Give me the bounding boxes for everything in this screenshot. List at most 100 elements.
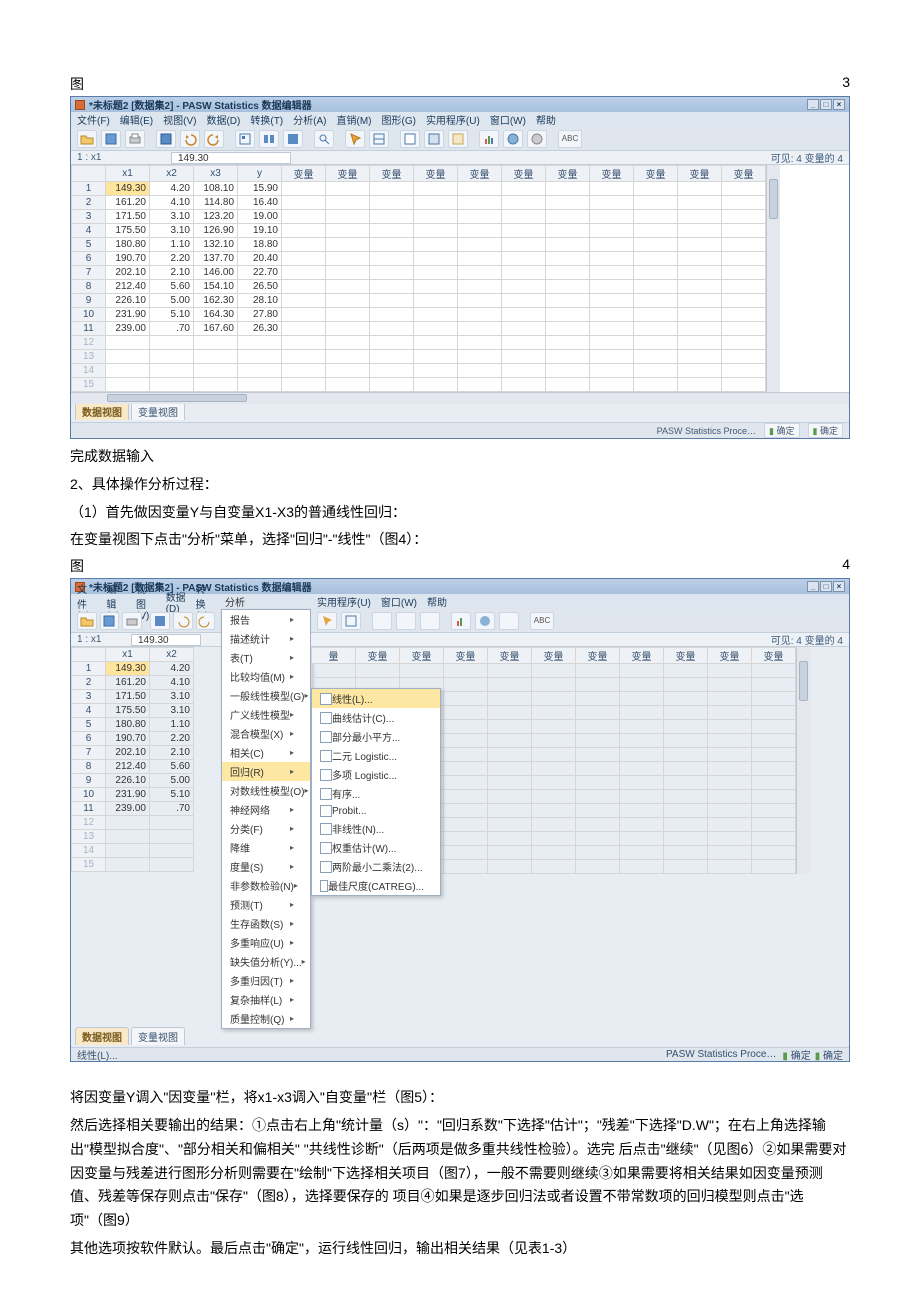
submenu-item-1[interactable]: 曲线估计(C)... [312,708,440,727]
menu-item-15[interactable]: 预测(T)▸ [222,895,310,914]
run-icon[interactable] [527,130,547,148]
run-icon[interactable] [499,612,519,630]
menu-item-11[interactable]: 分类(F)▸ [222,819,310,838]
grid-left[interactable]: x1x21149.304.202161.204.103171.503.10417… [71,647,194,872]
recall-icon[interactable] [150,612,170,630]
submenu-item-10[interactable]: 最佳尺度(CATREG)... [312,876,440,895]
menu-item[interactable]: 数据(D) [166,589,186,615]
globe-icon[interactable] [475,612,495,630]
menu-item[interactable]: 窗口(W) [381,594,417,609]
regression-submenu[interactable]: 线性(L)...曲线估计(C)...部分最小平方...二元 Logistic..… [311,688,441,896]
find-icon[interactable] [314,130,334,148]
chart-icon[interactable] [479,130,499,148]
submenu-item-0[interactable]: 线性(L)... [312,689,440,708]
close-button[interactable]: × [833,99,845,110]
menu-item-0[interactable]: 报告▸ [222,610,310,629]
save-icon[interactable] [101,130,121,148]
menu-item-18[interactable]: 缺失值分析(Y)...▸ [222,952,310,971]
select-icon[interactable] [317,612,337,630]
menu-item-10[interactable]: 神经网络▸ [222,800,310,819]
submenu-item-6[interactable]: Probit... [312,803,440,819]
menu-item-6[interactable]: 混合模型(X)▸ [222,724,310,743]
vscrollbar[interactable] [766,165,780,392]
menu-item-2[interactable]: 表(T)▸ [222,648,310,667]
menu-item[interactable]: 转换(T) [250,112,283,127]
minimize-button[interactable]: _ [807,99,819,110]
menu-item[interactable]: 帮助 [536,112,556,127]
tab-variable-view[interactable]: 变量视图 [131,1027,185,1045]
menu-item[interactable]: 文件(F) [77,112,110,127]
menu-item-17[interactable]: 多重响应(U)▸ [222,933,310,952]
print-icon[interactable] [122,612,142,630]
menu-item-1[interactable]: 描述统计▸ [222,629,310,648]
menu-item-4[interactable]: 一般线性模型(G)▸ [222,686,310,705]
data-grid[interactable]: x1x2x3y变量变量变量变量变量变量变量变量变量变量变量1149.304.20… [71,165,849,404]
redo-icon[interactable] [196,612,216,630]
menu-item[interactable]: 帮助 [427,594,447,609]
tab-data-view[interactable]: 数据视图 [75,402,129,420]
menu-item-5[interactable]: 广义线性模型▸ [222,705,310,724]
cell-value[interactable]: 149.30 [131,634,201,646]
menu-item-12[interactable]: 降维▸ [222,838,310,857]
maximize-button[interactable]: □ [820,581,832,592]
menu-item[interactable]: 实用程序(U) [426,112,480,127]
split-icon[interactable] [341,612,361,630]
menu-item[interactable]: 实用程序(U) [317,594,371,609]
menu-item-13[interactable]: 度量(S)▸ [222,857,310,876]
submenu-item-5[interactable]: 有序... [312,784,440,803]
menu-item-19[interactable]: 多重归因(T)▸ [222,971,310,990]
undo-icon[interactable] [180,130,200,148]
recall-icon[interactable] [156,130,176,148]
split-icon[interactable] [369,130,389,148]
insert-icon[interactable] [283,130,303,148]
tab-variable-view[interactable]: 变量视图 [131,402,185,420]
menu-item[interactable]: 视图(V) [163,112,196,127]
undo-icon[interactable] [173,612,193,630]
globe-icon[interactable] [503,130,523,148]
menu-item[interactable]: 编辑(E) [120,112,153,127]
usecase-icon[interactable] [448,130,468,148]
menu-item[interactable]: 窗口(W) [490,112,526,127]
tab-data-view[interactable]: 数据视图 [75,1027,129,1045]
submenu-item-2[interactable]: 部分最小平方... [312,727,440,746]
menu-item-9[interactable]: 对数线性模型(O)▸ [222,781,310,800]
menu-item[interactable]: 分析(A) [293,112,326,127]
goto-icon[interactable] [235,130,255,148]
print-icon[interactable] [125,130,145,148]
close-button[interactable]: × [833,581,845,592]
analysis-dropdown[interactable]: 报告▸描述统计▸表(T)▸比较均值(M)▸一般线性模型(G)▸广义线性模型▸混合… [221,609,311,1029]
submenu-item-7[interactable]: 非线性(N)... [312,819,440,838]
menu-item-14[interactable]: 非参数检验(N)▸ [222,876,310,895]
value-labels-icon[interactable] [424,130,444,148]
variables-icon[interactable] [259,130,279,148]
menu-item-3[interactable]: 比较均值(M)▸ [222,667,310,686]
weight-icon[interactable] [400,130,420,148]
chart-icon[interactable] [451,612,471,630]
open-icon[interactable] [77,130,97,148]
submenu-item-9[interactable]: 两阶最小二乘法(2)... [312,857,440,876]
maximize-button[interactable]: □ [820,99,832,110]
menu-item-21[interactable]: 质量控制(Q)▸ [222,1009,310,1028]
redo-icon[interactable] [204,130,224,148]
menu-item[interactable]: 直销(M) [336,112,371,127]
open-icon[interactable] [77,612,97,630]
weight-icon[interactable] [372,612,392,630]
usecase-icon[interactable] [420,612,440,630]
menu-item-20[interactable]: 复杂抽样(L)▸ [222,990,310,1009]
abc-icon[interactable]: ABC [558,130,582,148]
vscrollbar[interactable] [796,647,810,874]
menu-item-16[interactable]: 生存函数(S)▸ [222,914,310,933]
value-labels-icon[interactable] [396,612,416,630]
abc-icon[interactable]: ABC [530,612,554,630]
menu-item[interactable]: 数据(D) [206,112,240,127]
menu-item-8[interactable]: 回归(R)▸ [222,762,310,781]
submenu-item-3[interactable]: 二元 Logistic... [312,746,440,765]
hscrollbar[interactable] [71,392,849,404]
submenu-item-8[interactable]: 权重估计(W)... [312,838,440,857]
cell-value[interactable]: 149.30 [171,152,291,164]
menu-item[interactable]: 图形(G) [381,112,415,127]
submenu-item-4[interactable]: 多项 Logistic... [312,765,440,784]
menu-item-7[interactable]: 相关(C)▸ [222,743,310,762]
minimize-button[interactable]: _ [807,581,819,592]
menu-analysis[interactable]: 分析 [225,594,245,609]
